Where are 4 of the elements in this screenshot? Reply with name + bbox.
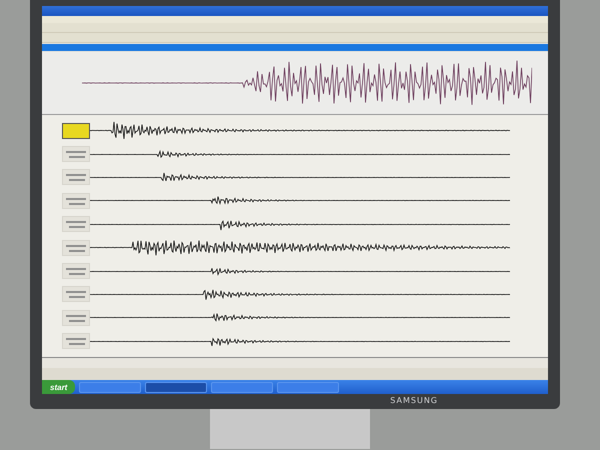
- taskbar-button[interactable]: [145, 382, 208, 392]
- start-button[interactable]: start: [42, 380, 76, 394]
- brand-label: SAMSUNG: [390, 396, 438, 405]
- trace-label[interactable]: [62, 122, 90, 139]
